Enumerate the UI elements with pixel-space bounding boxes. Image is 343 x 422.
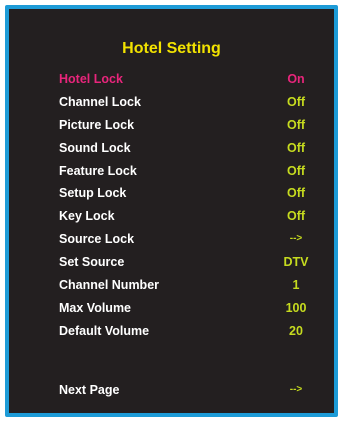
menu-item-value: On bbox=[287, 72, 305, 86]
menu-item-label: Hotel Lock bbox=[59, 72, 123, 86]
menu-item-next-page[interactable]: Next Page --> bbox=[59, 379, 319, 401]
menu-item-value: 100 bbox=[285, 300, 307, 315]
menu-item-label: Max Volume bbox=[59, 300, 132, 315]
menu-title: Hotel Setting bbox=[122, 40, 221, 57]
menu-item-label: Feature Lock bbox=[59, 163, 137, 178]
menu-item-value: DTV bbox=[283, 255, 309, 270]
menu-item-setup-lock[interactable]: Setup Lock Off bbox=[59, 182, 319, 205]
menu-item-label: Default Volume bbox=[59, 323, 150, 338]
menu-list: Hotel Lock On Channel Lock Off Picture L… bbox=[59, 68, 319, 343]
menu-item-label: Key Lock bbox=[59, 209, 115, 224]
menu-item-label: Channel Lock bbox=[59, 94, 141, 109]
menu-item-label: Picture Lock bbox=[59, 117, 135, 132]
menu-item-value: Off bbox=[286, 140, 306, 155]
menu-item-value: 20 bbox=[289, 323, 303, 338]
menu-item-sound-lock[interactable]: Sound Lock Off bbox=[59, 137, 319, 160]
menu-item-value: Off bbox=[286, 209, 306, 224]
menu-item-key-lock[interactable]: Key Lock Off bbox=[59, 205, 319, 228]
menu-item-channel-number[interactable]: Channel Number 1 bbox=[59, 274, 319, 297]
menu-item-channel-lock[interactable]: Channel Lock Off bbox=[59, 91, 319, 114]
menu-item-picture-lock[interactable]: Picture Lock Off bbox=[59, 114, 319, 137]
next-page-arrow-icon: --> bbox=[289, 384, 303, 395]
menu-item-label: Sound Lock bbox=[59, 140, 131, 155]
menu-item-value: Off bbox=[286, 186, 306, 201]
menu-item-value: 1 bbox=[292, 278, 300, 293]
menu-item-label: Setup Lock bbox=[59, 186, 127, 201]
menu-item-default-volume[interactable]: Default Volume 20 bbox=[59, 320, 319, 343]
menu-item-label: Set Source bbox=[59, 255, 125, 270]
hotel-setting-menu: Hotel Setting Hotel Lock On Channel Lock… bbox=[5, 5, 338, 417]
menu-item-value: Off bbox=[286, 117, 306, 132]
menu-item-hotel-lock[interactable]: Hotel Lock On bbox=[59, 68, 319, 91]
menu-item-max-volume[interactable]: Max Volume 100 bbox=[59, 297, 319, 320]
menu-item-value: Off bbox=[286, 94, 306, 109]
menu-item-label: Channel Number bbox=[59, 278, 160, 293]
menu-item-set-source[interactable]: Set Source DTV bbox=[59, 251, 319, 274]
menu-item-source-lock[interactable]: Source Lock --> bbox=[59, 228, 319, 251]
submenu-arrow-icon: --> bbox=[289, 233, 303, 245]
menu-item-feature-lock[interactable]: Feature Lock Off bbox=[59, 160, 319, 183]
menu-item-value: Off bbox=[286, 163, 306, 178]
menu-item-label: Source Lock bbox=[59, 232, 135, 247]
next-page-label: Next Page bbox=[59, 383, 120, 397]
